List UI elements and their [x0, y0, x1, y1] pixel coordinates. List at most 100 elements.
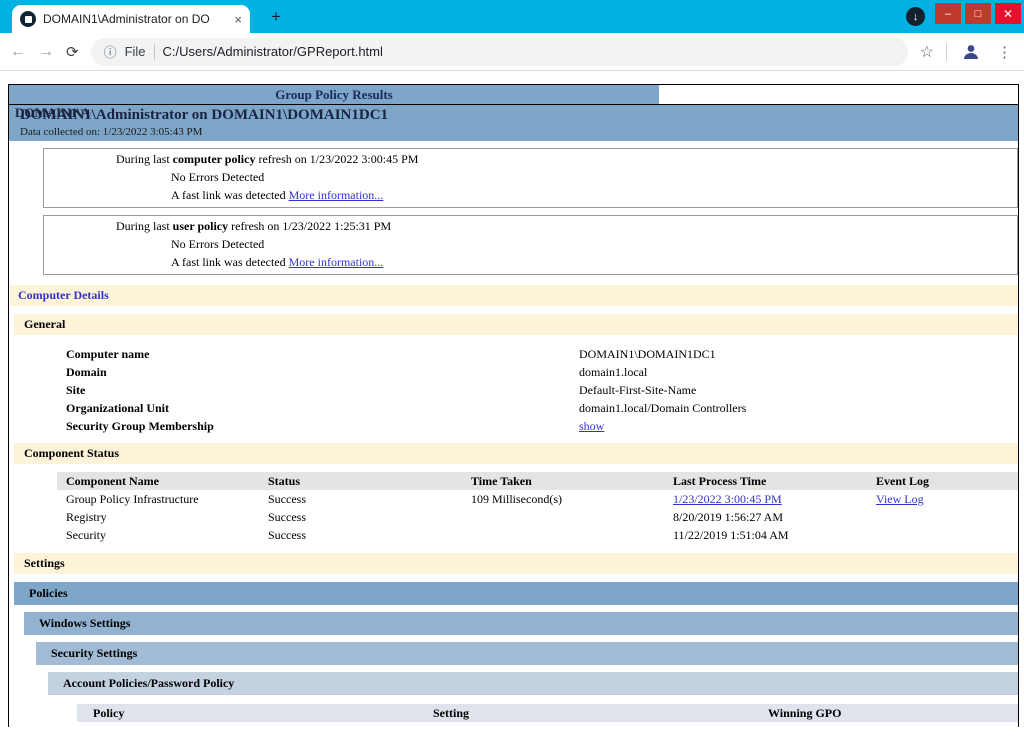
- field-label: Domain: [9, 365, 579, 380]
- col-component-name: Component Name: [66, 474, 268, 489]
- browser-titlebar: DOMAIN1\Administrator on DO × + ↓ – □ ✕: [0, 0, 1024, 33]
- report-banner-title: Group Policy Results: [9, 85, 659, 104]
- window-controls: – □ ✕: [935, 3, 1021, 24]
- tree-policies[interactable]: Policies: [14, 582, 1018, 605]
- gp-report: Group Policy Results DOMAIN1\Administrat…: [8, 84, 1019, 727]
- browser-menu-icon[interactable]: ⋮: [995, 43, 1014, 61]
- report-banner: Group Policy Results: [9, 84, 1018, 105]
- forward-button-icon[interactable]: →: [38, 43, 54, 61]
- refresh-status-line: No Errors Detected: [171, 237, 1017, 251]
- data-collected-timestamp: Data collected on: 1/23/2022 3:05:43 PM: [20, 126, 1018, 138]
- more-information-link[interactable]: More information...: [289, 188, 384, 202]
- field-value: domain1.local/Domain Controllers: [579, 401, 746, 416]
- more-information-link[interactable]: More information...: [289, 255, 384, 269]
- last-process-time: 8/20/2019 1:56:27 AM: [673, 510, 876, 525]
- field-label: Organizational Unit: [9, 401, 579, 416]
- col-last-process-time: Last Process Time: [673, 474, 876, 489]
- password-policy-table: Policy Setting Winning GPO Enforce passw…: [77, 704, 1018, 727]
- back-button-icon[interactable]: ←: [10, 43, 26, 61]
- window-close-button[interactable]: ✕: [995, 3, 1021, 24]
- component-name: Security: [66, 528, 268, 543]
- section-component-status[interactable]: Component Status: [14, 443, 1018, 464]
- component-status-table: Component Name Status Time Taken Last Pr…: [57, 472, 1018, 544]
- view-log-link[interactable]: View Log: [876, 492, 1018, 507]
- profile-icon[interactable]: [959, 40, 983, 64]
- toolbar-divider: [946, 43, 947, 61]
- refresh-time-text: refresh on 1/23/2022 3:00:45 PM: [255, 152, 418, 166]
- component-table-header: Component Name Status Time Taken Last Pr…: [57, 472, 1018, 490]
- tab-favicon-icon: [20, 11, 36, 27]
- bookmark-star-icon[interactable]: ☆: [920, 42, 934, 62]
- component-status: Success: [268, 492, 471, 507]
- user-policy-refresh-box: During last user policy refresh on 1/23/…: [43, 215, 1018, 275]
- minimize-button[interactable]: –: [935, 3, 961, 24]
- table-row: Registry Success 8/20/2019 1:56:27 AM: [57, 508, 1018, 526]
- file-scheme-label: File: [125, 44, 146, 59]
- col-event-log: Event Log: [876, 474, 1018, 489]
- show-membership-link[interactable]: show: [579, 419, 604, 434]
- col-winning-gpo: Winning GPO: [768, 706, 1018, 721]
- col-setting: Setting: [433, 706, 768, 721]
- refresh-time-text: refresh on 1/23/2022 1:25:31 PM: [228, 219, 391, 233]
- component-time: 109 Millisecond(s): [471, 492, 673, 507]
- refresh-link-line: A fast link was detected More informatio…: [171, 188, 1017, 202]
- field-row-security-group-membership: Security Group Membership show: [9, 417, 1018, 435]
- page-info-icon[interactable]: ⓘ: [104, 42, 117, 61]
- field-value: Default-First-Site-Name: [579, 383, 696, 398]
- browser-toolbar: ← → ⟳ ⓘ File C:/Users/Administrator/GPRe…: [0, 33, 1024, 71]
- field-label: Security Group Membership: [9, 419, 579, 434]
- address-url: C:/Users/Administrator/GPReport.html: [163, 44, 383, 59]
- section-computer-details[interactable]: Computer Details: [10, 285, 1018, 306]
- field-row-organizational-unit: Organizational Unit domain1.local/Domain…: [9, 399, 1018, 417]
- field-row-site: Site Default-First-Site-Name: [9, 381, 1018, 399]
- address-separator: [154, 44, 155, 60]
- refresh-link-line: A fast link was detected More informatio…: [171, 255, 1017, 269]
- address-bar[interactable]: ⓘ File C:/Users/Administrator/GPReport.h…: [91, 38, 908, 66]
- tab-title: DOMAIN1\Administrator on DO: [43, 12, 227, 26]
- col-time-taken: Time Taken: [471, 474, 673, 489]
- refresh-status-line: No Errors Detected: [171, 170, 1017, 184]
- refresh-policy-type: user policy: [173, 219, 228, 233]
- component-status: Success: [268, 510, 471, 525]
- download-badge-icon[interactable]: ↓: [906, 7, 925, 26]
- computer-policy-refresh-box: During last computer policy refresh on 1…: [43, 148, 1018, 208]
- tree-windows-settings[interactable]: Windows Settings: [24, 612, 1018, 635]
- refresh-summary-line: During last computer policy refresh on 1…: [116, 152, 1017, 166]
- field-row-domain: Domain domain1.local: [9, 363, 1018, 381]
- section-settings[interactable]: Settings: [14, 553, 1018, 574]
- table-row: Group Policy Infrastructure Success 109 …: [57, 490, 1018, 508]
- fast-link-text: A fast link was detected: [171, 188, 289, 202]
- report-title: DOMAIN1\Administrator on DOMAIN1\DOMAIN1…: [20, 107, 1018, 124]
- refresh-summary-line: During last user policy refresh on 1/23/…: [116, 219, 1017, 233]
- field-row-computer-name: Computer name DOMAIN1\DOMAIN1DC1: [9, 345, 1018, 363]
- section-general[interactable]: General: [14, 314, 1018, 335]
- general-fields: Computer name DOMAIN1\DOMAIN1DC1 Domain …: [9, 345, 1018, 435]
- col-policy: Policy: [93, 706, 433, 721]
- password-table-header: Policy Setting Winning GPO: [77, 704, 1018, 722]
- refresh-text: During last: [116, 152, 173, 166]
- page-content: Group Policy Results DOMAIN1\Administrat…: [0, 71, 1024, 740]
- table-row: Security Success 11/22/2019 1:51:04 AM: [57, 526, 1018, 544]
- component-name: Registry: [66, 510, 268, 525]
- field-value: domain1.local: [579, 365, 647, 380]
- field-label: Site: [9, 383, 579, 398]
- maximize-button[interactable]: □: [965, 3, 991, 24]
- fast-link-text: A fast link was detected: [171, 255, 289, 269]
- field-label: Computer name: [9, 347, 579, 362]
- component-name: Group Policy Infrastructure: [66, 492, 268, 507]
- report-header: DOMAIN1\Administrator on DOMAIN1\DOMAIN1…: [9, 105, 1018, 141]
- browser-tab[interactable]: DOMAIN1\Administrator on DO ×: [12, 5, 250, 33]
- tree-account-policies-password-policy[interactable]: Account Policies/Password Policy: [48, 672, 1018, 695]
- reload-button-icon[interactable]: ⟳: [66, 43, 79, 61]
- refresh-text: During last: [116, 219, 173, 233]
- last-process-time: 11/22/2019 1:51:04 AM: [673, 528, 876, 543]
- tab-close-icon[interactable]: ×: [234, 12, 242, 27]
- field-value: DOMAIN1\DOMAIN1DC1: [579, 347, 716, 362]
- report-title-overlap: DOMAIN1\Administrator on DOMAIN1\DOMAIN1…: [15, 105, 91, 121]
- component-status: Success: [268, 528, 471, 543]
- new-tab-button[interactable]: +: [266, 7, 286, 27]
- refresh-policy-type: computer policy: [173, 152, 256, 166]
- last-process-time-link[interactable]: 1/23/2022 3:00:45 PM: [673, 492, 876, 507]
- tree-security-settings[interactable]: Security Settings: [36, 642, 1018, 665]
- col-status: Status: [268, 474, 471, 489]
